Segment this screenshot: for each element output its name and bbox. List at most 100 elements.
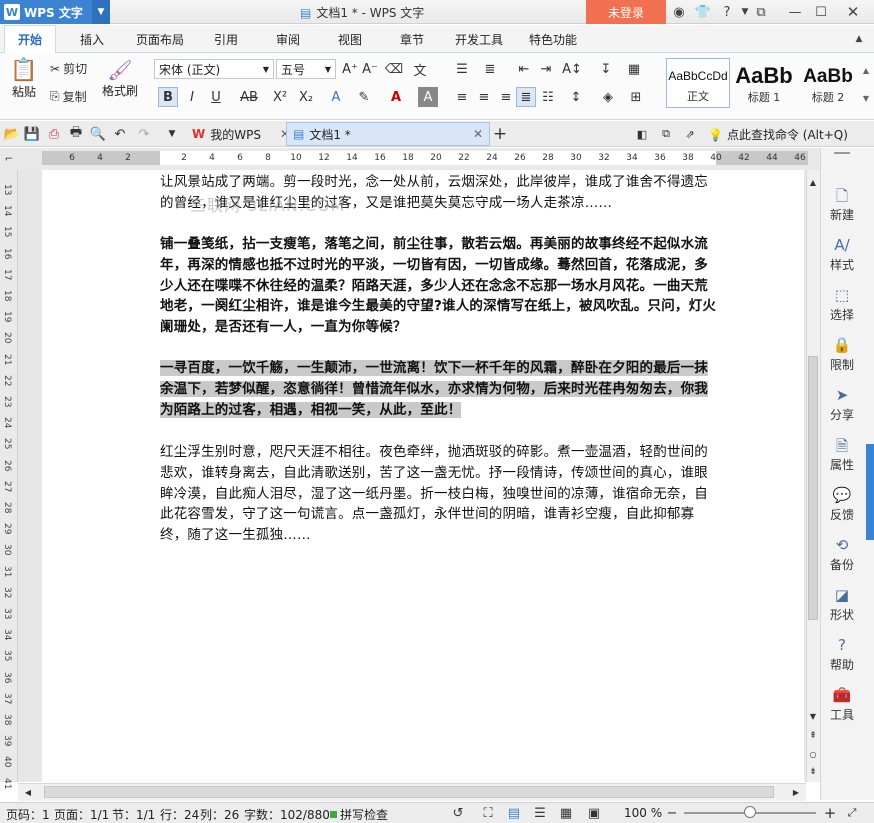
clear-format-icon[interactable]: ⌫ (384, 59, 404, 79)
pane-handle[interactable] (834, 152, 850, 154)
side-tools[interactable]: 🧰 工具 (820, 686, 864, 723)
copy-button[interactable]: ⎘ 复制 (50, 88, 87, 105)
scroll-down-icon[interactable]: ▼ (806, 706, 820, 726)
side-shapes[interactable]: ◪ 形状 (820, 586, 864, 623)
maximize-icon[interactable]: ☐ (812, 3, 830, 21)
tab-view[interactable]: 视图 (324, 25, 376, 53)
tab-my-wps[interactable]: W 我的WPS ✕ (186, 122, 296, 146)
style-heading-1[interactable]: AaBb 标题 1 (732, 58, 796, 108)
browse-object-icon[interactable]: ○ (806, 744, 820, 764)
zoom-out-icon[interactable]: − (662, 803, 682, 823)
next-page-icon[interactable]: ⇟ (806, 762, 820, 782)
font-size-select[interactable]: 五号 ▼ (276, 59, 336, 79)
minimize-icon[interactable]: — (786, 3, 804, 21)
paragraph-2[interactable]: 铺一叠笺纸，拈一支瘦笔，落笔之间，前尘往事，散若云烟。再美丽的故事终经不起似水流… (160, 234, 720, 338)
tab-stop-icon[interactable]: ⌐ (0, 150, 18, 168)
print-preview-icon[interactable]: 🔍 (88, 124, 108, 144)
distributed-icon[interactable]: ☷ (538, 87, 558, 107)
paste-button[interactable]: 📋 粘贴 (6, 58, 42, 108)
vertical-ruler[interactable]: 13 14 15 16 17 18 19 20 21 22 23 24 25 26 27 28 29 30 31 32… (0, 170, 18, 789)
phonetic-icon[interactable]: 文 (410, 59, 430, 79)
tab-chapter[interactable]: 章节 (386, 25, 438, 53)
side-feedback[interactable]: 💬 反馈 (820, 486, 864, 523)
style-gallery-scroll[interactable]: ▲ ▼ (860, 56, 872, 112)
subscript-button[interactable]: X₂ (296, 87, 316, 107)
help-icon[interactable]: ? (718, 3, 736, 21)
shrink-font-icon[interactable]: A⁻ (360, 59, 380, 79)
scroll-right-icon[interactable]: ▶ (786, 782, 806, 802)
restore-window-icon[interactable]: ⧉ (752, 3, 770, 21)
paragraph-3-selected[interactable]: 一寻百度，一饮千觞，一生颠沛，一世流离！饮下一杯千年的风霜，醉卧在夕阳的最后一抹… (160, 358, 720, 420)
shading-icon[interactable]: ◈ (598, 87, 618, 107)
undo-icon[interactable]: ↶ (110, 124, 130, 144)
side-restrict[interactable]: 🔒 限制 (820, 336, 864, 373)
outline-view-icon[interactable]: ☰ (530, 803, 550, 823)
style-normal[interactable]: AaBbCcDd 正文 (666, 58, 730, 108)
print-icon[interactable]: 🖶 (66, 124, 86, 144)
italic-button[interactable]: I (182, 87, 202, 107)
tab-start[interactable]: 开始 (4, 25, 56, 53)
export-pdf-icon[interactable]: ⎙ (44, 124, 64, 144)
side-backup[interactable]: ⟲ 备份 (820, 536, 864, 573)
revision-icon[interactable]: ↺ (448, 803, 468, 823)
chevron-up-icon[interactable]: ▲ (850, 30, 868, 48)
zoom-level[interactable]: 100 % (624, 806, 662, 820)
redo-icon[interactable]: ↷ (134, 124, 154, 144)
login-button[interactable]: 未登录 (586, 0, 666, 24)
tab-insert[interactable]: 插入 (64, 25, 120, 53)
skin-icon[interactable]: ◉ (670, 3, 688, 21)
restore-icon[interactable]: ⧉ (656, 124, 676, 144)
numbered-list-icon[interactable]: ≣ (480, 59, 500, 79)
close-icon[interactable]: ✕ (473, 127, 483, 141)
tab-developer[interactable]: 开发工具 (446, 25, 512, 53)
cut-button[interactable]: ✂ 剪切 (50, 60, 87, 77)
open-folder-icon[interactable]: 📂 (2, 124, 22, 144)
text-effect-icon[interactable]: A (326, 87, 346, 107)
app-menu-button[interactable]: W WPS 文字 ▼ (0, 0, 110, 24)
chevron-down-icon[interactable]: ▼ (162, 124, 182, 144)
table-icon[interactable]: ▦ (624, 59, 644, 79)
status-word-count[interactable]: 字数：102/880 (244, 806, 330, 823)
chevron-down-icon[interactable]: ▼ (92, 0, 110, 24)
horizontal-scroll-thumb[interactable] (44, 786, 774, 798)
font-color-icon[interactable]: A (386, 87, 406, 107)
side-help[interactable]: ? 帮助 (820, 636, 864, 673)
bullet-list-icon[interactable]: ☰ (452, 59, 472, 79)
paragraph-4[interactable]: 红尘浮生别时意，咫尺天涯不相往。夜色牵绊，抛洒斑驳的碎影。煮一壶温酒，轻酌世间的… (160, 442, 720, 546)
align-right-icon[interactable]: ≡ (496, 87, 516, 107)
side-new[interactable]: 🗋 新建 (820, 186, 864, 223)
share-icon[interactable]: ⇗ (680, 124, 700, 144)
chevron-up-icon[interactable]: ▲ (863, 66, 869, 75)
fit-page-icon[interactable]: ⤢ (842, 803, 862, 823)
zoom-in-icon[interactable]: + (820, 803, 840, 823)
text-direction-icon[interactable]: A↕ (562, 59, 582, 79)
side-select[interactable]: ⬚ 选择 (820, 286, 864, 323)
window-mode-icon[interactable]: ◧ (632, 124, 652, 144)
highlight-icon[interactable]: ✎ (354, 87, 374, 107)
status-spell-check[interactable]: 拼写检查 (330, 806, 388, 823)
style-heading-2[interactable]: AaBb 标题 2 (796, 58, 860, 108)
document-page[interactable]: 让风景站成了两端。剪一段时光，念一处从前，云烟深处，此岸彼岸，谁成了谁舍不得遗忘… (42, 170, 804, 782)
grow-font-icon[interactable]: A⁺ (340, 59, 360, 79)
chevron-down-icon[interactable]: ▼ (863, 94, 869, 103)
status-section[interactable]: 节：1/1 (112, 806, 155, 823)
bold-button[interactable]: B (158, 87, 178, 107)
border-icon[interactable]: ⊞ (626, 87, 646, 107)
scroll-left-icon[interactable]: ◀ (18, 782, 38, 802)
side-properties[interactable]: 🗎 属性 (820, 436, 864, 473)
zoom-slider-thumb[interactable] (744, 806, 756, 818)
char-shading-icon[interactable]: A (418, 87, 438, 107)
reading-mode-icon[interactable]: ▣ (584, 803, 604, 823)
side-styles[interactable]: A/样式 (820, 236, 864, 273)
status-page[interactable]: 页面：1/1 (54, 806, 109, 823)
text-selection[interactable]: 一寻百度，一饮千觞，一生颠沛，一世流离！饮下一杯千年的风霜，醉卧在夕阳的最后一抹… (160, 360, 708, 418)
tab-document[interactable]: ▤ 文档1 * ✕ (286, 122, 490, 146)
page-view-icon[interactable]: ▤ (504, 803, 524, 823)
font-name-select[interactable]: 宋体 (正文) ▼ (154, 59, 274, 79)
tab-page-layout[interactable]: 页面布局 (128, 25, 192, 53)
align-center-icon[interactable]: ≡ (474, 87, 494, 107)
scroll-up-icon[interactable]: ▲ (806, 172, 820, 192)
full-screen-icon[interactable]: ⛶ (478, 803, 498, 823)
new-tab-icon[interactable]: + (490, 124, 510, 144)
strikethrough-button[interactable]: AB (236, 87, 262, 107)
